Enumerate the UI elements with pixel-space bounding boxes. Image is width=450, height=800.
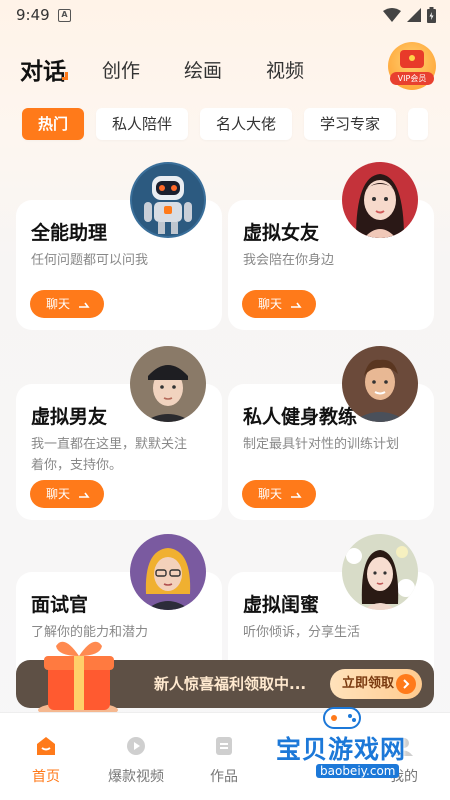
chat-button[interactable]: 聊天 [30, 480, 104, 508]
status-icons [383, 7, 436, 23]
watermark-url: baobeiy.com [316, 764, 400, 778]
card-title: 面试官 [31, 594, 89, 616]
chip-hot[interactable]: 热门 [22, 108, 85, 140]
status-bar: 9:49 A [0, 0, 450, 32]
vip-gift-icon [400, 50, 424, 68]
video-icon [127, 737, 145, 755]
nav-hot-videos[interactable]: 爆款视频 [96, 735, 176, 786]
card-desc: 任何问题都可以问我 [31, 253, 149, 268]
chat-button-label: 聊天 [258, 297, 283, 311]
arrow-icon [79, 302, 90, 308]
fitness-coach-avatar [342, 346, 418, 422]
nav-works-label: 作品 [210, 769, 238, 785]
nav-works[interactable]: 作品 [184, 735, 264, 786]
category-chips: 热门 私人陪伴 名人大佬 学习专家 [22, 108, 429, 140]
arrow-icon [291, 302, 302, 308]
vip-label: VIP会员 [390, 72, 434, 85]
works-icon [216, 737, 232, 755]
status-time: 9:49 [16, 6, 50, 24]
nav-home[interactable]: 首页 [6, 735, 86, 786]
card-title: 私人健身教练 [243, 406, 358, 428]
active-tab-indicator [62, 72, 68, 80]
chat-button-label: 聊天 [258, 487, 283, 501]
notification-a-icon: A [58, 9, 71, 22]
gamepad-icon [323, 707, 361, 729]
robot-avatar [130, 162, 206, 238]
card-title: 全能助理 [31, 222, 108, 244]
boy-cap-avatar [130, 346, 206, 422]
battery-icon [427, 7, 436, 23]
bestie-avatar [342, 534, 418, 610]
chip-celebrities[interactable]: 名人大佬 [200, 108, 293, 140]
tab-create[interactable]: 创作 [102, 56, 140, 83]
home-icon [37, 737, 55, 755]
top-tab-bar: 对话 创作 绘画 视频 [0, 50, 450, 90]
chat-button[interactable]: 聊天 [30, 290, 104, 318]
chip-more[interactable] [408, 108, 429, 140]
wifi-icon [383, 8, 401, 22]
chip-study-expert[interactable]: 学习专家 [304, 108, 397, 140]
signal-icon [407, 8, 421, 22]
card-title: 虚拟闺蜜 [243, 594, 320, 616]
card-desc: 听你倾诉，分享生活 [243, 625, 361, 640]
interviewer-avatar [130, 534, 206, 610]
card-title: 虚拟男友 [31, 406, 108, 428]
card-desc: 我一直都在这里，默默关注着你，支持你。 [31, 437, 188, 473]
gift-box-icon [34, 630, 132, 718]
watermark: 宝贝游戏网 baobeiy.com [276, 700, 436, 790]
chat-button-label: 聊天 [46, 297, 71, 311]
nav-home-label: 首页 [32, 769, 60, 785]
card-desc: 我会陪在你身边 [243, 253, 335, 268]
chat-button[interactable]: 聊天 [242, 290, 316, 318]
arrow-icon [79, 492, 90, 498]
card-title: 虚拟女友 [243, 222, 320, 244]
arrow-icon [291, 492, 302, 498]
tab-paint[interactable]: 绘画 [184, 56, 222, 83]
nav-hot-videos-label: 爆款视频 [108, 769, 164, 785]
chat-button-label: 聊天 [46, 487, 71, 501]
chip-private-companion[interactable]: 私人陪伴 [96, 108, 189, 140]
promo-text: 新人惊喜福利领取中... [154, 675, 307, 693]
card-desc: 制定最具针对性的训练计划 [243, 437, 400, 452]
arrow-right-icon [396, 674, 416, 694]
chat-button[interactable]: 聊天 [242, 480, 316, 508]
vip-button[interactable]: VIP会员 [388, 42, 436, 90]
girl-avatar [342, 162, 418, 238]
claim-now-label: 立即领取 [342, 676, 395, 691]
watermark-text: 宝贝游戏网 [276, 735, 407, 764]
tab-dialog[interactable]: 对话 [20, 52, 66, 86]
tab-video[interactable]: 视频 [266, 56, 304, 83]
claim-now-button[interactable]: 立即领取 [330, 669, 422, 699]
